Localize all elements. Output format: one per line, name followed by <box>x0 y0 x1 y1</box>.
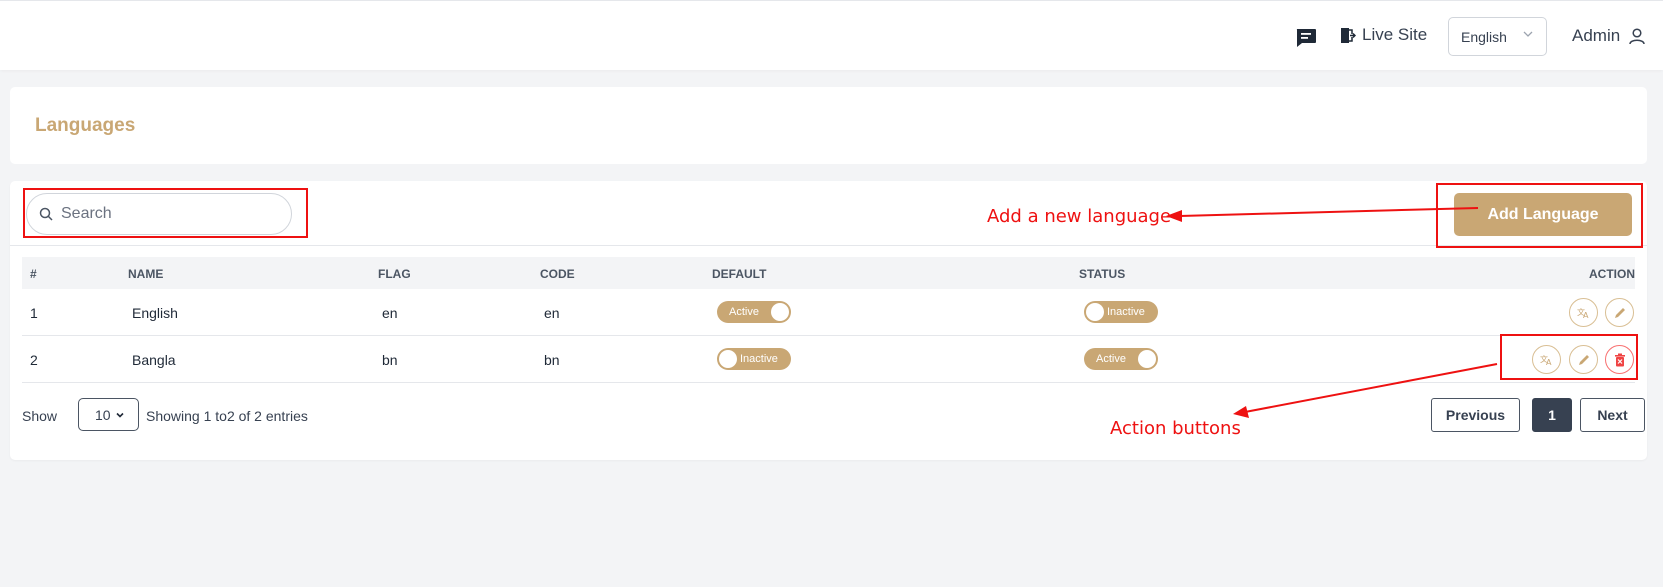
language-select-value: English <box>1461 28 1507 45</box>
row-name: English <box>132 305 178 321</box>
annotation-box-add-language <box>1436 183 1643 248</box>
column-header-flag: FLAG <box>378 267 411 281</box>
entries-info: Showing 1 to2 of 2 entries <box>146 408 308 424</box>
show-label: Show <box>22 408 58 424</box>
column-header-status: STATUS <box>1079 267 1126 281</box>
column-header-index: # <box>30 267 37 281</box>
column-header-name: NAME <box>128 267 164 281</box>
annotation-box-search <box>23 188 308 238</box>
default-toggle-label: Inactive <box>740 353 778 365</box>
svg-text:A: A <box>1583 311 1589 319</box>
toggle-knob <box>1086 303 1104 321</box>
live-site-link[interactable]: Live Site <box>1340 25 1427 45</box>
table-header: # NAME FLAG CODE DEFAULT STATUS ACTION <box>22 257 1635 289</box>
status-toggle-label: Inactive <box>1107 306 1145 318</box>
row-code: bn <box>544 352 560 368</box>
per-page-value: 10 <box>95 406 111 423</box>
default-toggle[interactable]: Active <box>717 301 791 323</box>
row-name: Bangla <box>132 352 176 368</box>
edit-button[interactable] <box>1605 298 1634 327</box>
table-row: 1 English en en Active Inactive 文 A <box>22 289 1635 336</box>
page-1-button[interactable]: 1 <box>1532 398 1572 432</box>
status-toggle[interactable]: Inactive <box>1084 301 1158 323</box>
annotation-add-language-note: Add a new language <box>987 206 1172 227</box>
translate-button[interactable]: 文 A <box>1569 298 1598 327</box>
table-row: 2 Bangla bn bn Inactive Active 文 A <box>22 336 1635 383</box>
language-select[interactable]: English <box>1448 17 1547 56</box>
next-button[interactable]: Next <box>1580 398 1645 432</box>
chat-icon[interactable] <box>1295 28 1317 48</box>
admin-menu[interactable]: Admin <box>1572 26 1646 46</box>
column-header-action: ACTION <box>1589 267 1635 281</box>
user-icon <box>1629 28 1645 45</box>
default-toggle-label: Active <box>729 306 759 318</box>
row-flag: en <box>382 305 398 321</box>
row-code: en <box>544 305 560 321</box>
toggle-knob <box>719 350 737 368</box>
live-site-label: Live Site <box>1362 25 1428 44</box>
column-header-default: DEFAULT <box>712 267 767 281</box>
status-toggle[interactable]: Active <box>1084 348 1158 370</box>
annotation-action-buttons-note: Action buttons <box>1110 418 1241 439</box>
chevron-down-icon <box>1523 31 1533 37</box>
column-header-code: CODE <box>540 267 575 281</box>
row-flag: bn <box>382 352 398 368</box>
top-bar: Live Site English Admin <box>0 0 1663 70</box>
exit-door-icon <box>1341 27 1356 43</box>
toggle-knob <box>771 303 789 321</box>
chevron-down-icon <box>116 412 124 418</box>
previous-button[interactable]: Previous <box>1431 398 1520 432</box>
translate-icon: 文 A <box>1577 307 1589 319</box>
pencil-icon <box>1614 307 1625 318</box>
divider <box>10 245 1647 246</box>
page-header-card: Languages <box>10 87 1647 164</box>
default-toggle[interactable]: Inactive <box>717 348 791 370</box>
per-page-select[interactable]: 10 <box>78 398 139 431</box>
admin-label: Admin <box>1572 26 1621 45</box>
toggle-knob <box>1138 350 1156 368</box>
table-footer: Show 10 Showing 1 to2 of 2 entries Previ… <box>22 398 1645 432</box>
annotation-box-action-buttons <box>1500 334 1638 380</box>
languages-table: # NAME FLAG CODE DEFAULT STATUS ACTION 1… <box>22 257 1635 383</box>
row-index: 1 <box>30 305 38 321</box>
status-toggle-label: Active <box>1096 353 1126 365</box>
page-title: Languages <box>35 115 136 136</box>
row-index: 2 <box>30 352 38 368</box>
